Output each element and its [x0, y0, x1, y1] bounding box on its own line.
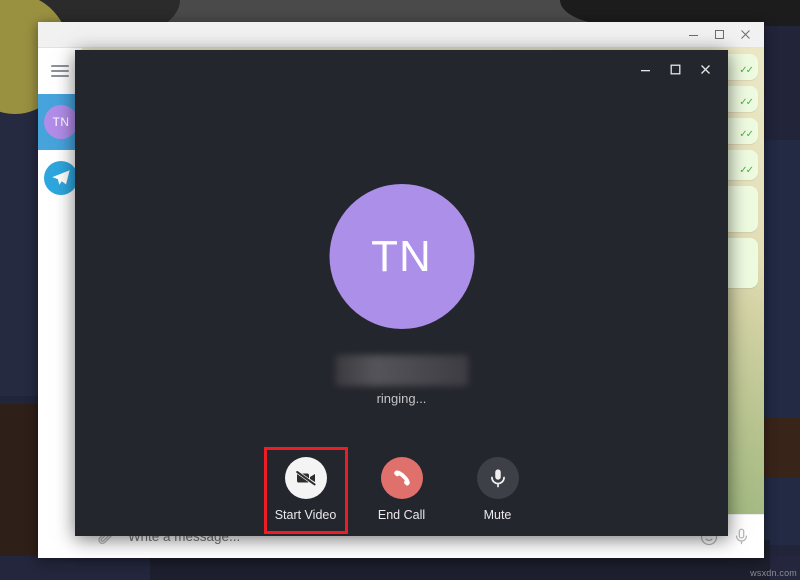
- call-close-button[interactable]: [690, 54, 720, 84]
- avatar: TN: [329, 184, 474, 329]
- start-video-label: Start Video: [274, 508, 337, 522]
- read-receipt-icon: ✓✓: [739, 97, 754, 108]
- end-call-button[interactable]: End Call: [362, 449, 442, 532]
- avatar: TN: [44, 105, 78, 139]
- call-controls: Start Video End Call Mute: [263, 447, 538, 534]
- microphone-icon[interactable]: [728, 524, 754, 550]
- telegram-maximize-button[interactable]: [706, 24, 732, 46]
- read-receipt-icon: ✓✓: [739, 65, 754, 76]
- microphone-icon: [476, 457, 519, 499]
- call-minimize-button[interactable]: [630, 54, 660, 84]
- telegram-minimize-button[interactable]: [680, 24, 706, 46]
- call-status-text: ringing...: [376, 391, 427, 406]
- call-stage: TN ringing... Start Video End Call Mute: [75, 88, 728, 536]
- watermark: wsxdn.com: [750, 568, 797, 578]
- mute-button[interactable]: Mute: [458, 449, 538, 532]
- mute-label: Mute: [483, 508, 512, 522]
- contact-name-redacted: [335, 355, 468, 386]
- end-call-label: End Call: [377, 508, 426, 522]
- call-titlebar: [75, 50, 728, 88]
- telegram-titlebar: [38, 22, 764, 48]
- start-video-button[interactable]: Start Video: [263, 447, 348, 534]
- telegram-close-button[interactable]: [732, 24, 758, 46]
- read-receipt-icon: ✓✓: [739, 129, 754, 140]
- call-window: TN ringing... Start Video End Call Mute: [75, 50, 728, 536]
- video-off-icon: [284, 457, 327, 499]
- call-maximize-button[interactable]: [660, 54, 690, 84]
- read-receipt-icon: ✓✓: [739, 165, 754, 176]
- phone-hangup-icon: [380, 457, 423, 499]
- telegram-plane-icon: [44, 161, 78, 195]
